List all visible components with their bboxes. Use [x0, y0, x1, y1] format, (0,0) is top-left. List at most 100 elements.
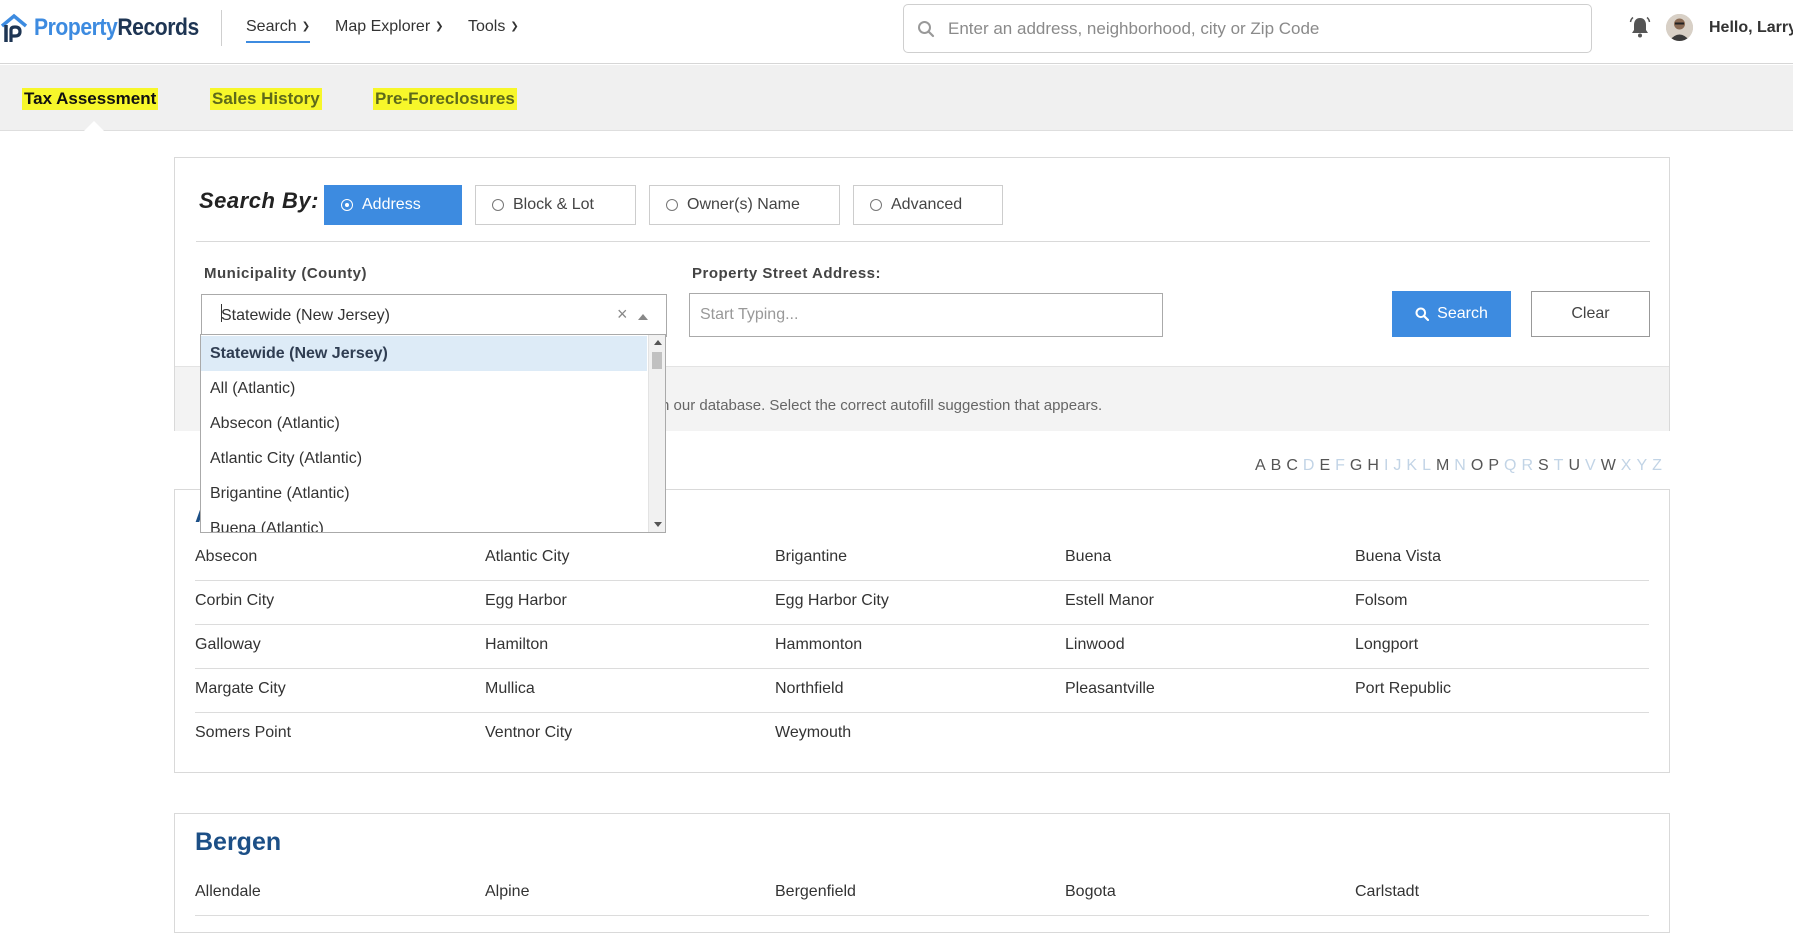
dropdown-option[interactable]: Atlantic City (Atlantic) [201, 441, 647, 476]
municipality-link[interactable]: Hamilton [485, 636, 548, 654]
alpha-letter-n: N [1454, 457, 1466, 474]
nav-search-menu[interactable]: Search ❯ [246, 18, 311, 43]
alpha-letter-z: Z [1652, 457, 1662, 474]
nav-tools-menu[interactable]: Tools ❯ [468, 18, 519, 36]
municipality-link[interactable]: Ventnor City [485, 724, 572, 742]
search-button-label: Search [1437, 305, 1488, 322]
chevron-down-icon: ❯ [510, 20, 519, 32]
municipality-link[interactable]: Brigantine [775, 548, 847, 566]
alpha-letter-m[interactable]: M [1436, 457, 1449, 475]
alpha-letter-b[interactable]: B [1271, 457, 1282, 475]
municipality-link[interactable]: Alpine [485, 883, 529, 901]
municipality-link[interactable]: Bogota [1065, 883, 1116, 901]
municipality-link[interactable]: Margate City [195, 680, 286, 698]
municipality-link[interactable]: Linwood [1065, 636, 1125, 654]
search-button[interactable]: Search [1392, 291, 1511, 337]
caret-up-icon[interactable] [638, 314, 648, 320]
search-by-advanced-option[interactable]: Advanced [853, 185, 1003, 225]
radio-selected-icon [341, 199, 353, 211]
dropdown-option[interactable]: Buena (Atlantic) [201, 511, 647, 533]
municipality-link[interactable]: Pleasantville [1065, 680, 1155, 698]
alpha-letter-h[interactable]: H [1367, 457, 1379, 475]
dropdown-option[interactable]: Brigantine (Atlantic) [201, 476, 647, 511]
municipality-label: Municipality (County) [204, 265, 367, 282]
tab-tax-assessment[interactable]: Tax Assessment [22, 88, 159, 110]
active-tab-indicator [83, 121, 105, 132]
street-address-input[interactable] [689, 293, 1163, 337]
tab-sales-history[interactable]: Sales History [210, 88, 322, 110]
search-by-owner-option[interactable]: Owner(s) Name [649, 185, 840, 225]
search-icon [904, 20, 948, 38]
chevron-down-icon: ❯ [301, 20, 311, 32]
alpha-letter-a[interactable]: A [1255, 457, 1266, 475]
dropdown-option[interactable]: Statewide (New Jersey) [201, 336, 647, 371]
global-search-input[interactable] [948, 18, 1548, 39]
municipality-link[interactable]: Estell Manor [1065, 592, 1154, 610]
nav-map-explorer-menu[interactable]: Map Explorer ❯ [335, 18, 444, 36]
alpha-letter-s[interactable]: S [1538, 457, 1549, 475]
municipality-link[interactable]: Absecon [195, 548, 257, 566]
alpha-letter-w[interactable]: W [1601, 457, 1616, 475]
municipality-link[interactable]: Atlantic City [485, 548, 569, 566]
alpha-letter-p[interactable]: P [1488, 457, 1499, 475]
scroll-up-icon[interactable] [654, 340, 662, 345]
dropdown-option[interactable]: Absecon (Atlantic) [201, 406, 647, 441]
alpha-letter-e[interactable]: E [1319, 457, 1330, 475]
search-icon [1415, 307, 1430, 321]
clear-selection-icon[interactable]: × [617, 304, 628, 325]
radio-icon [666, 199, 678, 211]
municipality-link[interactable]: Hammonton [775, 636, 862, 654]
alpha-letter-j: J [1393, 457, 1402, 474]
alpha-letter-l: L [1422, 457, 1431, 474]
dropdown-scrollbar[interactable] [648, 335, 665, 532]
alpha-letter-k: K [1406, 457, 1418, 474]
municipality-link[interactable]: Allendale [195, 883, 261, 901]
alpha-letter-c[interactable]: C [1286, 457, 1298, 475]
municipality-link[interactable]: Weymouth [775, 724, 851, 742]
municipality-link[interactable]: Galloway [195, 636, 261, 654]
search-by-block-lot-option[interactable]: Block & Lot [475, 185, 636, 225]
municipality-link[interactable]: Mullica [485, 680, 535, 698]
municipality-link[interactable]: Buena Vista [1355, 548, 1441, 566]
user-greeting[interactable]: Hello, Larry [1709, 19, 1793, 37]
alpha-letter-g[interactable]: G [1350, 457, 1362, 475]
option-label: Address [362, 196, 421, 213]
municipality-link[interactable]: Northfield [775, 680, 843, 698]
municipality-row: Margate City Mullica Northfield Pleasantvil… [195, 669, 1649, 713]
user-avatar[interactable] [1666, 14, 1693, 41]
municipality-link[interactable]: Folsom [1355, 592, 1407, 610]
brand-logo[interactable]: PropertyRecords [0, 10, 221, 46]
municipality-row: Corbin City Egg Harbor Egg Harbor City Este… [195, 581, 1649, 625]
chevron-down-icon: ❯ [435, 20, 444, 32]
search-by-label: Search By: [199, 188, 319, 213]
search-by-address-option[interactable]: Address [324, 185, 462, 225]
alpha-letter-u[interactable]: U [1568, 457, 1580, 475]
scrollbar-thumb[interactable] [652, 352, 662, 369]
nav-map-explorer-label: Map Explorer [335, 18, 431, 35]
dropdown-option[interactable]: All (Atlantic) [201, 371, 647, 406]
alpha-letter-d: D [1302, 457, 1315, 474]
alpha-letter-f: F [1335, 457, 1345, 474]
municipality-link[interactable]: Carlstadt [1355, 883, 1419, 901]
municipality-link[interactable]: Bergenfield [775, 883, 856, 901]
county-title: Bergen [195, 828, 282, 856]
alpha-letter-r: R [1521, 457, 1533, 474]
municipality-dropdown-list: Statewide (New Jersey) All (Atlantic) Ab… [200, 334, 666, 533]
municipality-selected-value: Statewide (New Jersey) [221, 307, 390, 324]
municipality-link[interactable]: Longport [1355, 636, 1418, 654]
street-address-label: Property Street Address: [692, 265, 881, 282]
municipality-link[interactable]: Egg Harbor [485, 592, 567, 610]
municipality-link[interactable]: Corbin City [195, 592, 274, 610]
municipality-link[interactable]: Somers Point [195, 724, 291, 742]
municipality-select[interactable]: Statewide (New Jersey) × [201, 294, 667, 337]
scroll-down-icon[interactable] [654, 522, 662, 527]
municipality-link[interactable]: Egg Harbor City [775, 592, 889, 610]
nav-tools-label: Tools [468, 18, 506, 35]
alpha-letter-o[interactable]: O [1471, 457, 1483, 475]
search-hint-text: n our database. Select the correct autof… [661, 397, 1103, 414]
bell-icon[interactable] [1629, 16, 1651, 43]
municipality-link[interactable]: Port Republic [1355, 680, 1451, 698]
tab-pre-foreclosures[interactable]: Pre-Foreclosures [373, 88, 517, 110]
municipality-link[interactable]: Buena [1065, 548, 1111, 566]
clear-button[interactable]: Clear [1531, 291, 1650, 337]
